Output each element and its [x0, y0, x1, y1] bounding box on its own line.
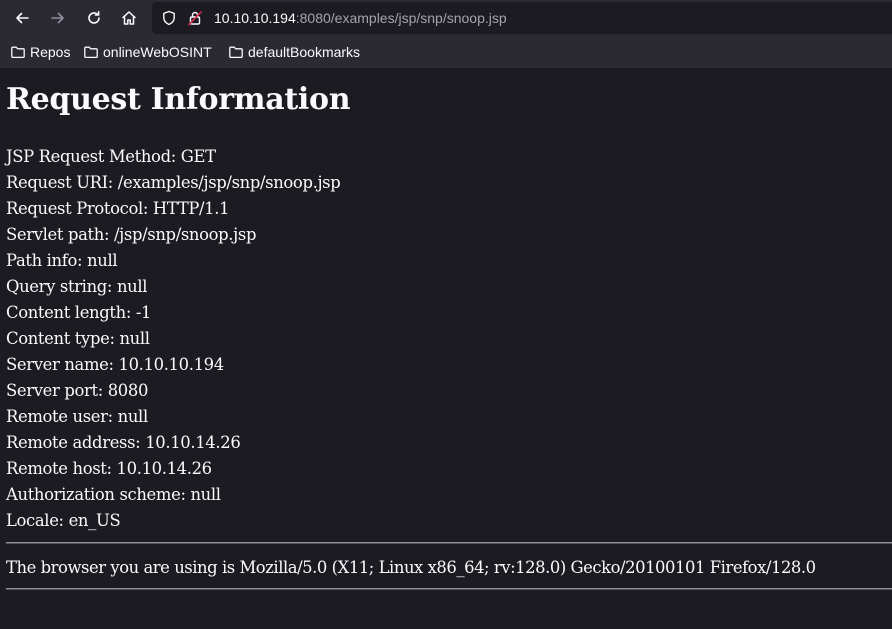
- info-line-authorization-scheme: Authorization scheme: null: [6, 485, 221, 504]
- user-agent-line: The browser you are using is Mozilla/5.0…: [6, 558, 816, 577]
- shield-icon[interactable]: [161, 10, 177, 26]
- insecure-lock-icon[interactable]: [187, 10, 203, 26]
- reload-icon: [88, 11, 100, 24]
- url-path: :8080/examples/jsp/snp/snoop.jsp: [295, 10, 507, 26]
- bookmark-label: defaultBookmarks: [248, 44, 361, 60]
- bookmark-label: onlineWebOSINT: [103, 44, 212, 60]
- url-host: 10.10.10.194: [214, 10, 296, 26]
- page-title: Request Information: [6, 82, 351, 117]
- bookmark-defaultbookmarks[interactable]: defaultBookmarks: [228, 43, 360, 61]
- info-line-request-method: JSP Request Method: GET: [6, 147, 216, 166]
- info-line-path-info: Path info: null: [6, 251, 118, 270]
- info-line-query-string: Query string: null: [6, 277, 148, 296]
- home-icon: [122, 11, 136, 25]
- request-info-list: JSP Request Method: GET Request URI: /ex…: [6, 144, 341, 534]
- info-line-request-protocol: Request Protocol: HTTP/1.1: [6, 199, 230, 218]
- browser-toolbar: 10.10.10.194:8080/examples/jsp/snp/snoop…: [0, 0, 892, 36]
- reload-button[interactable]: [79, 3, 109, 33]
- url-text[interactable]: 10.10.10.194:8080/examples/jsp/snp/snoop…: [214, 9, 507, 27]
- forward-button[interactable]: [43, 3, 73, 33]
- info-line-remote-host: Remote host: 10.10.14.26: [6, 459, 212, 478]
- folder-icon: [229, 46, 243, 59]
- info-line-content-type: Content type: null: [6, 329, 150, 348]
- arrow-right-icon: [51, 12, 64, 24]
- bookmarks-toolbar: Repos onlineWebOSINT defaultBookmarks: [0, 36, 892, 68]
- info-line-content-length: Content length: -1: [6, 303, 152, 322]
- divider-top: [6, 542, 892, 544]
- bookmark-repos[interactable]: Repos: [10, 43, 70, 61]
- home-button[interactable]: [114, 3, 144, 33]
- info-line-request-uri: Request URI: /examples/jsp/snp/snoop.jsp: [6, 173, 341, 192]
- arrow-left-icon: [16, 12, 29, 24]
- folder-icon: [11, 46, 25, 59]
- info-line-locale: Locale: en_US: [6, 511, 121, 530]
- back-button[interactable]: [7, 3, 37, 33]
- folder-icon: [84, 46, 98, 59]
- info-line-remote-address: Remote address: 10.10.14.26: [6, 433, 241, 452]
- url-bar[interactable]: 10.10.10.194:8080/examples/jsp/snp/snoop…: [152, 2, 892, 34]
- info-line-server-name: Server name: 10.10.10.194: [6, 355, 224, 374]
- bookmark-label: Repos: [30, 44, 71, 60]
- bookmark-onlinewebosint[interactable]: onlineWebOSINT: [83, 43, 212, 61]
- info-line-servlet-path: Servlet path: /jsp/snp/snoop.jsp: [6, 225, 257, 244]
- info-line-remote-user: Remote user: null: [6, 407, 148, 426]
- info-line-server-port: Server port: 8080: [6, 381, 149, 400]
- divider-bottom: [6, 588, 892, 590]
- page-content: Request Information JSP Request Method: …: [0, 68, 892, 629]
